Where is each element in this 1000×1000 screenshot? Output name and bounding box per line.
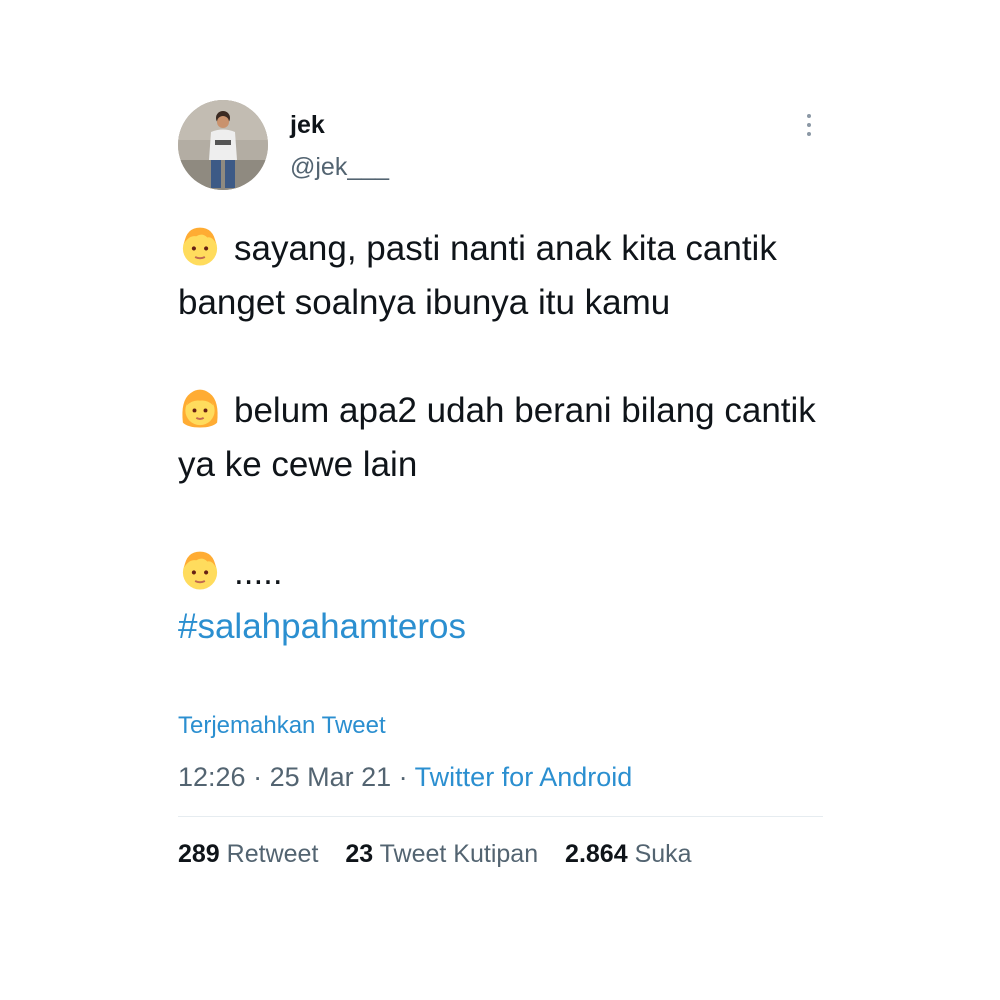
hashtag-link[interactable]: #salahpahamteros — [178, 607, 466, 646]
tweet-stats: 289 Retweet 23 Tweet Kutipan 2.864 Suka — [178, 840, 712, 869]
tweet-text: sayang, pasti nanti anak kita cantik ban… — [178, 222, 838, 654]
tweet-line-1: sayang, pasti nanti anak kita cantik ban… — [178, 229, 777, 322]
tweet-paragraph-hashtag: #salahpahamteros — [178, 600, 838, 654]
more-dot-icon — [807, 132, 811, 136]
tweet-line-3: ..... — [234, 553, 283, 592]
more-options-button[interactable] — [803, 114, 815, 142]
user-handle[interactable]: @jek___ — [290, 152, 389, 182]
meta-separator: · — [391, 762, 415, 792]
tweet-paragraph-2: belum apa2 udah berani bilang cantik ya … — [178, 384, 838, 492]
tweet-line-2: belum apa2 udah berani bilang cantik ya … — [178, 391, 816, 484]
tweet-paragraph-3: ..... — [178, 546, 838, 600]
boy-face-emoji-icon — [182, 227, 218, 266]
display-name[interactable]: jek — [290, 110, 389, 140]
avatar-photo — [178, 100, 268, 190]
girl-face-emoji-icon — [182, 389, 218, 428]
quote-tweets-label: Tweet Kutipan — [379, 840, 539, 868]
tweet-date[interactable]: 25 Mar 21 — [270, 762, 392, 792]
meta-separator: · — [245, 762, 270, 792]
user-names: jek @jek___ — [290, 110, 389, 182]
likes-label: Suka — [634, 840, 692, 868]
divider — [178, 816, 823, 817]
quote-tweets-count: 23 — [345, 840, 374, 868]
retweets-stat[interactable]: 289 Retweet — [178, 840, 318, 868]
tweet-card: jek @jek___ sayang, pasti nanti anak kit… — [178, 98, 823, 868]
more-dot-icon — [807, 114, 811, 118]
more-dot-icon — [807, 123, 811, 127]
tweet-source-link[interactable]: Twitter for Android — [415, 762, 633, 792]
boy-face-emoji-icon — [182, 551, 218, 590]
retweets-label: Retweet — [226, 840, 319, 868]
translate-tweet-link[interactable]: Terjemahkan Tweet — [178, 712, 386, 740]
quote-tweets-stat[interactable]: 23 Tweet Kutipan — [345, 840, 538, 868]
avatar[interactable] — [178, 100, 268, 190]
tweet-paragraph-1: sayang, pasti nanti anak kita cantik ban… — [178, 222, 838, 330]
tweet-header: jek @jek___ — [178, 98, 823, 190]
tweet-meta: 12:26 · 25 Mar 21 · Twitter for Android — [178, 762, 632, 793]
likes-stat[interactable]: 2.864 Suka — [565, 840, 692, 868]
retweets-count: 289 — [178, 840, 220, 868]
tweet-time[interactable]: 12:26 — [178, 762, 246, 792]
likes-count: 2.864 — [565, 840, 628, 868]
